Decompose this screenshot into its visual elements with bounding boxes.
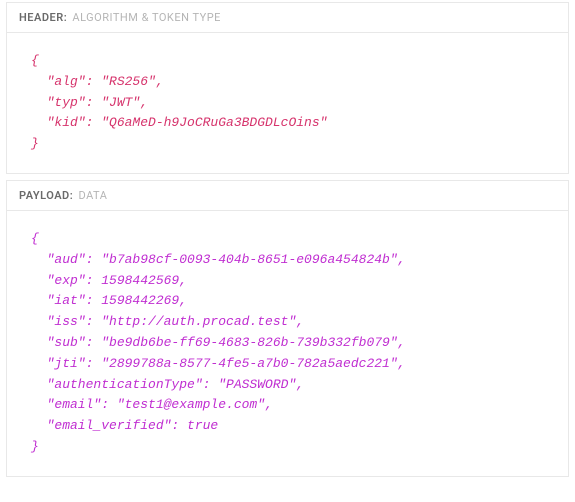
- jwt-header-json[interactable]: { "alg": "RS256", "typ": "JWT", "kid": "…: [7, 33, 568, 173]
- jwt-payload-title-prefix: PAYLOAD:: [19, 189, 73, 202]
- jwt-header-title-suffix: ALGORITHM & TOKEN TYPE: [72, 11, 220, 24]
- jwt-payload-panel: PAYLOAD: DATA { "aud": "b7ab98cf-0093-40…: [6, 180, 569, 477]
- jwt-header-title-prefix: HEADER:: [19, 11, 67, 24]
- jwt-payload-title-suffix: DATA: [78, 189, 107, 202]
- jwt-payload-title: PAYLOAD: DATA: [7, 181, 568, 211]
- jwt-header-title: HEADER: ALGORITHM & TOKEN TYPE: [7, 3, 568, 33]
- jwt-header-panel: HEADER: ALGORITHM & TOKEN TYPE { "alg": …: [6, 2, 569, 174]
- jwt-payload-json[interactable]: { "aud": "b7ab98cf-0093-404b-8651-e096a4…: [7, 211, 568, 476]
